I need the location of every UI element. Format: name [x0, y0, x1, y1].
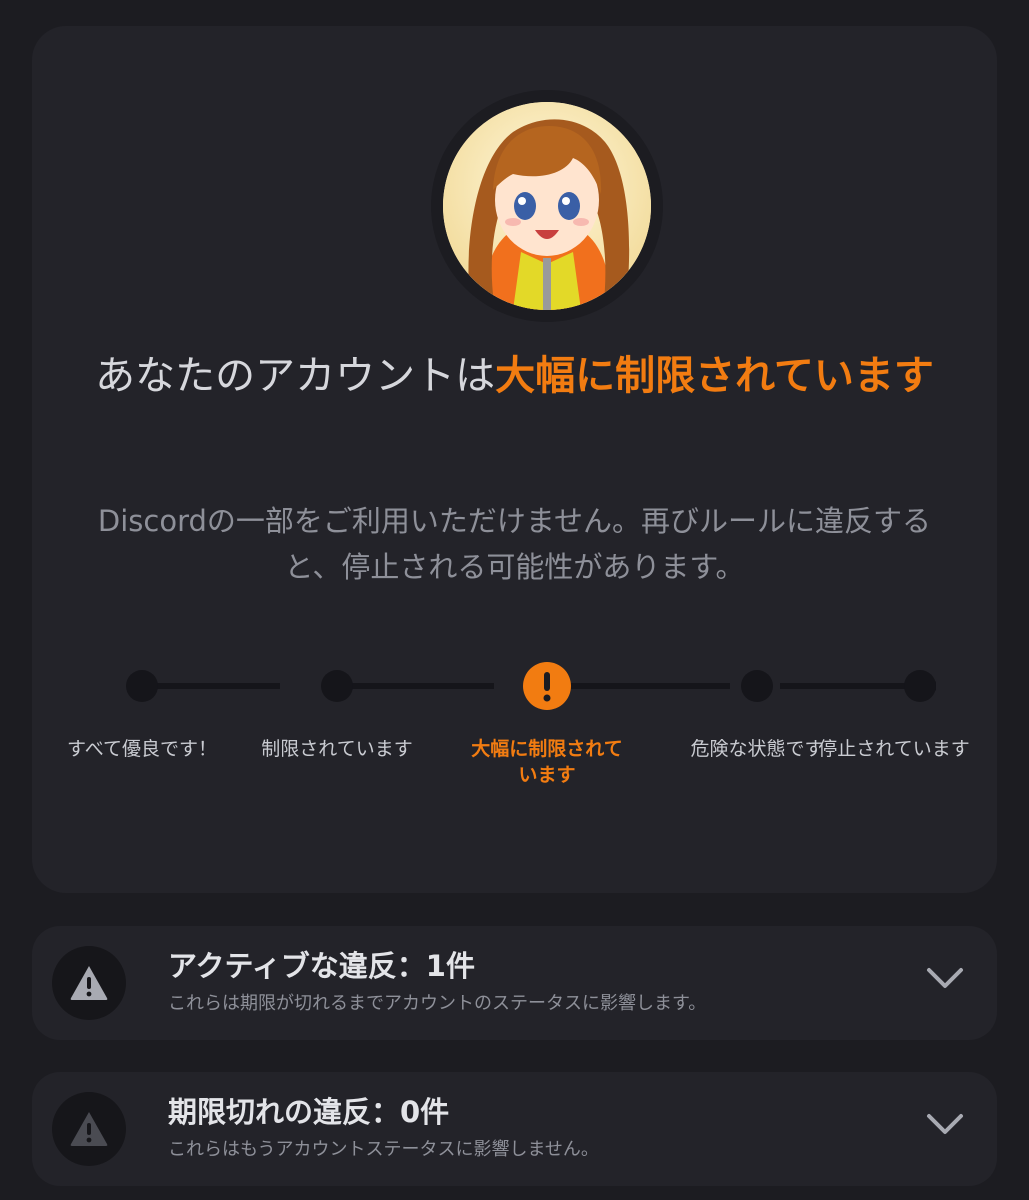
- expired-violations-card[interactable]: 期限切れの違反：0件 これらはもうアカウントステータスに影響しません。: [32, 1072, 997, 1186]
- step-label-at-risk: 危険な状態です: [690, 738, 824, 760]
- active-violations-card[interactable]: アクティブな違反：1件 これらは期限が切れるまでアカウントのステータスに影響しま…: [32, 926, 997, 1040]
- avatar: [443, 102, 651, 310]
- standing-progress-track: すべて優良です！ 制限されています 大幅に制限されています 危険な状態です 停止…: [67, 662, 970, 822]
- avatar-ring: [431, 90, 663, 322]
- progress-line: [126, 662, 936, 710]
- step-label-suspended: 停止されています: [818, 738, 970, 760]
- step-label-all-good: すべて優良です！: [67, 738, 217, 760]
- account-status-card: あなたのアカウントは大幅に制限されています Discordの一部をご利用いただけ…: [32, 26, 997, 893]
- status-headline: あなたのアカウントは大幅に制限されています: [92, 348, 937, 404]
- warning-icon: [70, 1112, 108, 1146]
- chevron-down-icon[interactable]: [925, 1112, 965, 1136]
- chevron-down-icon[interactable]: [925, 966, 965, 990]
- step-dot-1: [126, 670, 158, 702]
- headline-accent: 大幅に制限されています: [495, 353, 934, 399]
- warning-icon: [70, 966, 108, 1000]
- headline-prefix: あなたのアカウントは: [95, 353, 496, 399]
- account-standing-page: あなたのアカウントは大幅に制限されています Discordの一部をご利用いただけ…: [0, 0, 1029, 1200]
- warning-icon-badge: [52, 1092, 126, 1166]
- warning-icon-badge: [52, 946, 126, 1020]
- active-violations-description: これらは期限が切れるまでアカウントのステータスに影響します。: [168, 993, 707, 1014]
- step-dot-5: [904, 670, 936, 702]
- step-label-very-limited: 大幅に制限されています: [471, 738, 623, 786]
- exclamation-icon: [543, 672, 551, 702]
- active-violations-title: アクティブな違反：1件: [168, 949, 475, 983]
- step-dot-4: [741, 670, 773, 702]
- expired-violations-title: 期限切れの違反：0件: [168, 1095, 450, 1129]
- expired-violations-description: これらはもうアカウントステータスに影響しません。: [168, 1139, 599, 1160]
- step-label-limited: 制限されています: [261, 738, 413, 760]
- step-dot-2: [321, 670, 353, 702]
- status-description: Discordの一部をご利用いただけません。再びルールに違反すると、停止される可…: [97, 504, 932, 584]
